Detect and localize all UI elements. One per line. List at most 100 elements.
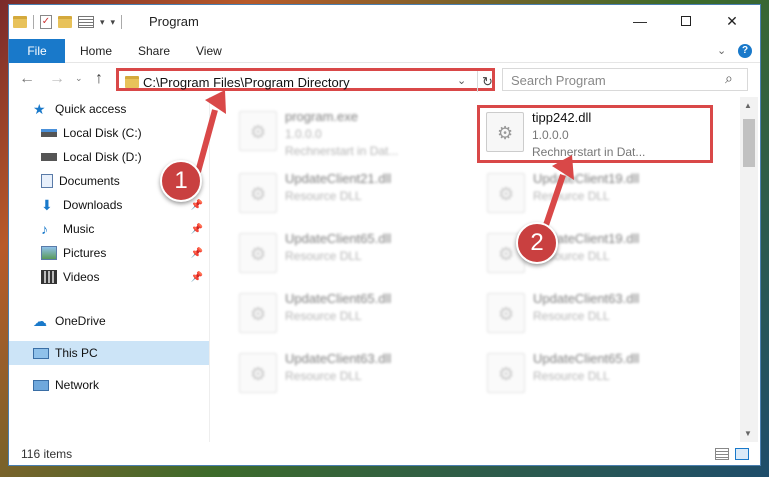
address-bar[interactable]: C:\Program Files\Program Directory ⌄ ↻	[116, 68, 497, 92]
sidebar-item-label: Quick access	[55, 102, 127, 116]
sidebar-item-label: This PC	[55, 346, 98, 360]
details-view-icon[interactable]	[715, 448, 729, 460]
pin-icon[interactable]: 📌	[191, 200, 203, 211]
forward-arrow-icon[interactable]: →	[49, 70, 65, 88]
file-name: UpdateClient63.dll	[285, 351, 392, 366]
pane-divider[interactable]	[209, 97, 210, 442]
pictures-icon	[41, 246, 57, 260]
file-name: UpdateClient19.dll	[533, 171, 640, 186]
sidebar-item-network[interactable]: Network	[9, 373, 209, 397]
dll-file-icon	[239, 353, 277, 393]
scrollbar-thumb[interactable]	[743, 119, 755, 167]
computer-icon	[33, 347, 49, 359]
pin-icon[interactable]: 📌	[191, 272, 203, 283]
maximize-button[interactable]	[663, 5, 709, 37]
item-count: 116 items	[21, 447, 73, 461]
dll-file-icon	[239, 233, 277, 273]
refresh-icon[interactable]: ↻	[477, 71, 497, 92]
file-type: Resource DLL	[285, 309, 362, 323]
chevron-down-icon[interactable]: ⌄	[457, 74, 466, 87]
file-type: Resource DLL	[533, 189, 610, 203]
expand-ribbon-icon[interactable]: ⌄	[717, 44, 726, 57]
address-path[interactable]: C:\Program Files\Program Directory	[143, 75, 350, 90]
quick-access-toolbar: ✓ ▾ ▾	[13, 13, 123, 31]
music-icon: ♪	[41, 221, 48, 237]
file-description: Rechnerstart in Dat...	[532, 145, 646, 159]
pin-icon[interactable]: 📌	[191, 248, 203, 259]
new-folder-icon[interactable]	[58, 16, 72, 28]
close-button[interactable]: ✕	[709, 5, 755, 37]
scroll-up-icon[interactable]: ▲	[744, 101, 752, 110]
vertical-scrollbar[interactable]: ▲ ▼	[740, 97, 758, 442]
cloud-icon: ☁	[33, 313, 47, 329]
file-name: UpdateClient63.dll	[533, 291, 640, 306]
back-arrow-icon[interactable]: ←	[19, 70, 35, 88]
recent-locations-icon[interactable]: ⌄	[75, 73, 83, 84]
file-item[interactable]: UpdateClient65.dll Resource DLL	[233, 287, 473, 343]
callout-badge-2: 2	[516, 222, 558, 264]
customize-toolbar-icon[interactable]: ▾	[111, 17, 116, 28]
sidebar-item-label: Network	[55, 378, 100, 392]
status-bar: 116 items	[9, 442, 760, 465]
sidebar-item-music[interactable]: ♪ Music 📌	[9, 217, 209, 241]
file-type: Resource DLL	[285, 189, 362, 203]
sidebar-item-onedrive[interactable]: ☁ OneDrive	[9, 309, 209, 333]
sidebar-item-pictures[interactable]: Pictures 📌	[9, 241, 209, 265]
chevron-down-icon[interactable]: ▾	[100, 17, 105, 28]
divider	[121, 15, 123, 29]
customize-icon[interactable]	[78, 16, 94, 28]
properties-check-icon[interactable]: ✓	[40, 15, 52, 29]
file-name: UpdateClient65.dll	[285, 291, 392, 306]
title-bar: ✓ ▾ ▾ Program — ✕	[9, 5, 760, 39]
ribbon: File Home Share View ⌄ ?	[9, 39, 760, 63]
download-icon: ⬇	[41, 197, 53, 213]
sidebar-item-label: Downloads	[63, 198, 123, 212]
folder-icon[interactable]	[13, 16, 27, 28]
pin-icon[interactable]: 📌	[191, 224, 203, 235]
file-type: Resource DLL	[285, 369, 362, 383]
file-item-tipp242[interactable]: tipp242.dll 1.0.0.0 Rechnerstart in Dat.…	[477, 105, 713, 163]
maximize-icon	[681, 16, 691, 26]
file-description: Rechnerstart in Dat...	[285, 144, 399, 158]
divider	[33, 15, 34, 29]
help-icon[interactable]: ?	[738, 44, 752, 58]
folder-icon	[125, 76, 139, 88]
minimize-button[interactable]: —	[617, 5, 663, 37]
exe-file-icon	[239, 111, 277, 151]
drive-icon	[41, 129, 57, 137]
dll-file-icon	[486, 112, 524, 152]
file-tab[interactable]: File	[9, 39, 65, 63]
file-item[interactable]: UpdateClient65.dll Resource DLL	[233, 227, 473, 283]
file-item[interactable]: program.exe 1.0.0.0 Rechnerstart in Dat.…	[233, 105, 473, 161]
search-icon[interactable]: ⌕	[725, 70, 733, 87]
drive-icon	[41, 153, 57, 161]
sidebar-item-videos[interactable]: Videos 📌	[9, 265, 209, 289]
up-arrow-icon[interactable]: ↑	[95, 70, 103, 88]
file-type: Resource DLL	[533, 369, 610, 383]
file-version: 1.0.0.0	[285, 127, 322, 141]
dll-file-icon	[487, 353, 525, 393]
file-name: tipp242.dll	[532, 110, 592, 125]
file-name: program.exe	[285, 109, 358, 124]
sidebar-item-local-disk-c[interactable]: Local Disk (C:)	[9, 121, 209, 145]
tab-share[interactable]: Share	[138, 39, 170, 63]
dll-file-icon	[487, 173, 525, 213]
search-box[interactable]: Search Program ⌕	[502, 68, 748, 91]
tiles-view-icon[interactable]	[735, 448, 749, 460]
sidebar-item-label: Local Disk (C:)	[63, 126, 142, 140]
scroll-down-icon[interactable]: ▼	[744, 429, 752, 438]
file-item[interactable]: UpdateClient19.dll Resource DLL	[481, 167, 721, 223]
search-input[interactable]: Search Program	[511, 73, 606, 88]
window-title: Program	[149, 14, 199, 29]
sidebar-item-quick-access[interactable]: ★ Quick access	[9, 97, 209, 121]
sidebar-item-this-pc[interactable]: This PC	[9, 341, 209, 365]
sidebar-item-label: Music	[63, 222, 95, 236]
explorer-window: ✓ ▾ ▾ Program — ✕ File Home Share View ⌄…	[8, 4, 761, 466]
file-item[interactable]: UpdateClient63.dll Resource DLL	[481, 287, 721, 343]
tab-view[interactable]: View	[196, 39, 222, 63]
dll-file-icon	[239, 173, 277, 213]
file-item[interactable]: UpdateClient21.dll Resource DLL	[233, 167, 473, 223]
tab-home[interactable]: Home	[80, 39, 112, 63]
file-item[interactable]: UpdateClient65.dll Resource DLL	[481, 347, 721, 403]
file-item[interactable]: UpdateClient63.dll Resource DLL	[233, 347, 473, 403]
